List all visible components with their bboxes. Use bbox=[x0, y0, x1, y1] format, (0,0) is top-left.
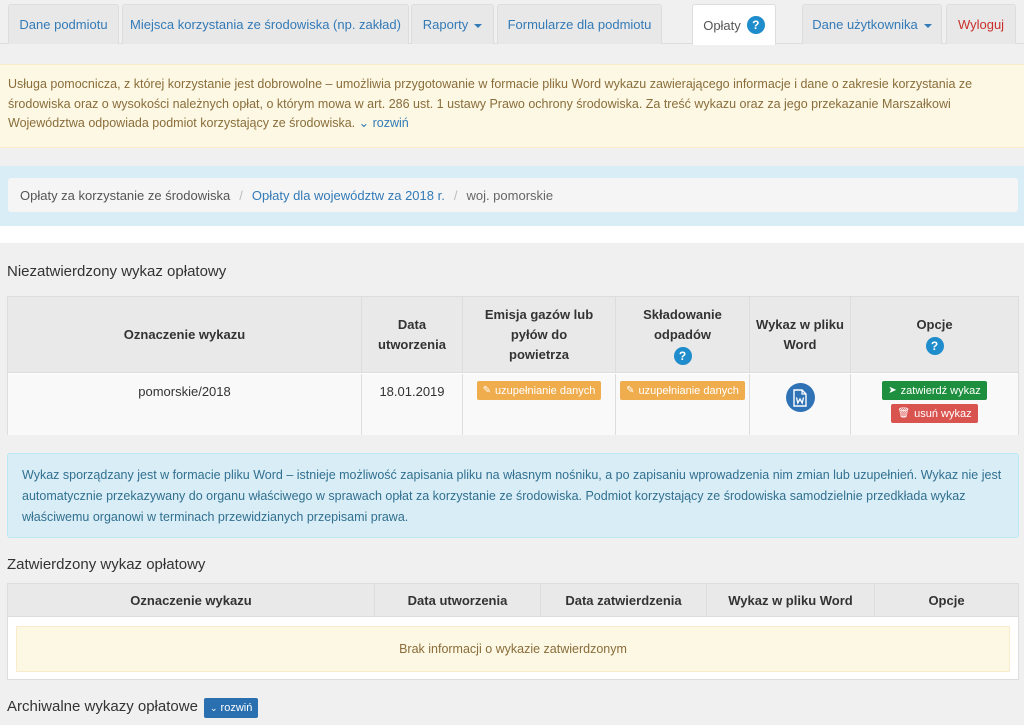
waste-fill-button[interactable]: ✎ uzupełnianie danych bbox=[620, 381, 745, 400]
header-label: Data zatwierdzenia bbox=[565, 592, 682, 608]
notice-text: Usługa pomocnicza, z której korzystanie … bbox=[8, 77, 973, 130]
col-opcje: Opcje ? bbox=[851, 297, 1018, 373]
header-label: Emisja gazów lub pyłów do powietrza bbox=[484, 307, 594, 362]
tab-label: Formularze dla podmiotu bbox=[507, 17, 652, 32]
tab-raporty[interactable]: Raporty bbox=[411, 4, 494, 44]
cell-data: 18.01.2019 bbox=[362, 374, 463, 435]
header-label: Oznaczenie wykazu bbox=[123, 327, 246, 342]
button-label: uzupełnianie danych bbox=[638, 384, 739, 397]
help-icon[interactable]: ? bbox=[925, 337, 944, 355]
approve-button[interactable]: ➤ zatwierdź wykaz bbox=[882, 381, 987, 400]
tab-label: Dane podmiotu bbox=[19, 17, 108, 32]
tab-dane-podmiotu[interactable]: Dane podmiotu bbox=[8, 4, 119, 44]
header-label: Data utworzenia bbox=[378, 317, 446, 352]
header-label: Data utworzenia bbox=[407, 592, 508, 608]
document-icon bbox=[793, 388, 807, 407]
breadcrumb-separator: / bbox=[239, 187, 243, 203]
unapproved-title: Niezatwierdzony wykaz opłatowy bbox=[7, 263, 227, 280]
trash-icon: 🗑 bbox=[897, 408, 911, 419]
expand-link-label: rozwiń bbox=[372, 116, 409, 130]
info-text: Wykaz sporządzany jest w formacie pliku … bbox=[22, 468, 1002, 524]
tab-oplaty[interactable]: Opłaty ? bbox=[692, 4, 776, 45]
tab-formularze[interactable]: Formularze dla podmiotu bbox=[497, 4, 662, 44]
col-oznaczenie: Oznaczenie wykazu bbox=[8, 297, 362, 373]
col-emisja: Emisja gazów lub pyłów do powietrza bbox=[463, 297, 616, 373]
pencil-icon: ✎ bbox=[626, 385, 635, 396]
cell-emisja: ✎ uzupełnianie danych bbox=[463, 374, 616, 435]
breadcrumb-separator: / bbox=[453, 187, 458, 203]
col-data-zatwierdzenia: Data zatwierdzenia bbox=[541, 584, 707, 617]
tab-wyloguj[interactable]: Wyloguj bbox=[946, 4, 1016, 44]
tab-label: Wyloguj bbox=[957, 17, 1005, 32]
delete-button[interactable]: 🗑 usuń wykaz bbox=[891, 404, 978, 423]
archive-title: Archiwalne wykazy opłatowe bbox=[7, 698, 198, 715]
approved-table: Oznaczenie wykazu Data utworzenia Data z… bbox=[7, 583, 1019, 680]
pencil-icon: ✎ bbox=[482, 385, 492, 396]
tab-label: Miejsca korzystania ze środowiska (np. z… bbox=[130, 17, 401, 32]
col-skladowanie: Składowanie odpadów ? bbox=[616, 297, 750, 373]
caret-down-icon bbox=[474, 23, 483, 28]
archive-expand-button[interactable]: ⌄ rozwiń bbox=[204, 698, 259, 718]
empty-text: Brak informacji o wykazie zatwierdzonym bbox=[399, 642, 627, 656]
empty-message: Brak informacji o wykazie zatwierdzonym bbox=[16, 626, 1010, 672]
emission-fill-button[interactable]: ✎ uzupełnianie danych bbox=[476, 381, 602, 400]
breadcrumb-item-oplaty[interactable]: Opłaty za korzystanie ze środowiska bbox=[20, 188, 230, 203]
button-label: rozwiń bbox=[220, 702, 253, 714]
approved-title: Zatwierdzony wykaz opłatowy bbox=[7, 556, 206, 573]
button-label: uzupełnianie danych bbox=[495, 384, 596, 397]
cell-oznaczenie: pomorskie/2018 bbox=[8, 374, 362, 435]
expand-link[interactable]: ⌄ rozwiń bbox=[359, 116, 409, 130]
breadcrumb-item-current: woj. pomorskie bbox=[466, 187, 554, 203]
col-opcje: Opcje bbox=[875, 584, 1018, 617]
table-row: pomorskie/2018 18.01.2019 ✎ uzupełnianie … bbox=[8, 374, 1018, 435]
tab-dane-uzytkownika[interactable]: Dane użytkownika bbox=[802, 4, 942, 44]
chevron-down-icon: ⌄ bbox=[210, 702, 218, 713]
header-label: Oznaczenie wykazu bbox=[130, 592, 252, 608]
col-wykaz-word: Wykaz w pliku Word bbox=[707, 584, 875, 617]
button-label: zatwierdź wykaz bbox=[900, 384, 981, 397]
word-info-alert: Wykaz sporządzany jest w formacie pliku … bbox=[7, 453, 1019, 538]
send-icon: ➤ bbox=[888, 385, 897, 396]
help-icon[interactable]: ? bbox=[746, 16, 765, 34]
breadcrumb-band: Opłaty za korzystanie ze środowiska / Op… bbox=[0, 166, 1024, 226]
col-oznaczenie: Oznaczenie wykazu bbox=[8, 584, 375, 617]
header-label: Składowanie odpadów bbox=[643, 307, 722, 342]
col-wykaz-word: Wykaz w pliku Word bbox=[750, 297, 851, 373]
top-navigation: Dane podmiotu Miejsca korzystania ze śro… bbox=[0, 0, 1024, 45]
tab-label: Dane użytkownika bbox=[812, 17, 918, 32]
table-header: Oznaczenie wykazu Data utworzenia Emisja… bbox=[8, 297, 1018, 373]
header-label: Wykaz w pliku Word bbox=[728, 592, 853, 608]
breadcrumb-item-wojewodztwa[interactable]: Opłaty dla województw za 2018 r. bbox=[252, 188, 445, 203]
service-notice: Usługa pomocnicza, z której korzystanie … bbox=[0, 64, 1024, 148]
help-icon[interactable]: ? bbox=[673, 347, 692, 365]
caret-down-icon bbox=[923, 23, 932, 28]
header-label: Opcje bbox=[916, 317, 953, 332]
word-file-icon[interactable] bbox=[785, 383, 815, 412]
tab-miejsca-korzystania[interactable]: Miejsca korzystania ze środowiska (np. z… bbox=[122, 4, 409, 44]
cell-opcje: ➤ zatwierdź wykaz 🗑 usuń wykaz bbox=[851, 374, 1018, 435]
tab-label: Raporty bbox=[422, 17, 469, 32]
cell-skladowanie: ✎ uzupełnianie danych bbox=[616, 374, 750, 435]
breadcrumb: Opłaty za korzystanie ze środowiska / Op… bbox=[8, 178, 1018, 212]
header-label: Opcje bbox=[928, 592, 965, 608]
divider bbox=[0, 226, 1024, 243]
col-data-utworzenia: Data utworzenia bbox=[362, 297, 463, 373]
unapproved-table: Oznaczenie wykazu Data utworzenia Emisja… bbox=[7, 296, 1019, 435]
chevron-down-icon: ⌄ bbox=[358, 116, 370, 130]
button-label: usuń wykaz bbox=[914, 407, 972, 420]
tab-label: Opłaty bbox=[703, 17, 741, 33]
cell-text: 18.01.2019 bbox=[379, 384, 445, 399]
table-header: Oznaczenie wykazu Data utworzenia Data z… bbox=[8, 584, 1018, 617]
cell-word bbox=[750, 374, 851, 435]
header-label: Wykaz w pliku Word bbox=[756, 317, 844, 352]
cell-text: pomorskie/2018 bbox=[138, 384, 231, 399]
col-data-utworzenia: Data utworzenia bbox=[375, 584, 541, 617]
